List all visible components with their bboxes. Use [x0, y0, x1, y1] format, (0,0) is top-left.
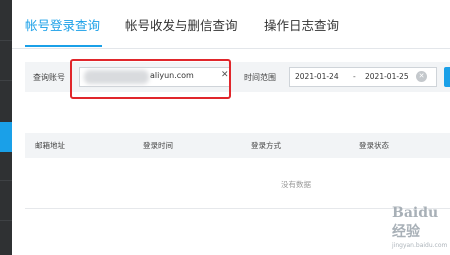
column-header-login-status: 登录状态 — [359, 141, 389, 150]
rail-divider — [0, 80, 12, 81]
rail-active-item[interactable] — [0, 122, 12, 152]
column-header-email: 邮箱地址 — [35, 141, 65, 150]
rail-divider — [0, 220, 12, 221]
baidu-watermark: Baidu经验 jingyan.baidu.com — [392, 205, 450, 249]
column-header-login-method: 登录方式 — [251, 141, 281, 150]
time-range-label: 时间范围 — [244, 73, 276, 82]
active-tab-indicator — [25, 45, 102, 47]
watermark-logo: Baidu经验 — [392, 205, 439, 240]
table-divider — [25, 208, 450, 209]
tab-operation-log[interactable]: 操作日志查询 — [264, 15, 339, 34]
tab-account-login[interactable]: 帐号登录查询 — [25, 15, 100, 34]
tab-send-receive-delete[interactable]: 帐号收发与删信查询 — [125, 15, 238, 34]
rail-divider — [0, 40, 12, 41]
highlight-annotation-box — [70, 59, 231, 99]
date-end[interactable]: 2021-01-25 — [365, 72, 409, 81]
watermark-url: jingyan.baidu.com — [392, 242, 448, 249]
date-start[interactable]: 2021-01-24 — [295, 72, 339, 81]
clear-date-icon[interactable]: ✕ — [416, 71, 427, 82]
rail-divider — [0, 180, 12, 181]
account-label: 查询账号 — [33, 73, 65, 82]
date-separator: - — [353, 72, 356, 81]
column-header-login-time: 登录时间 — [143, 141, 173, 150]
empty-table-message: 没有数据 — [281, 180, 311, 189]
left-nav-rail — [0, 0, 12, 255]
search-button[interactable] — [444, 67, 450, 87]
